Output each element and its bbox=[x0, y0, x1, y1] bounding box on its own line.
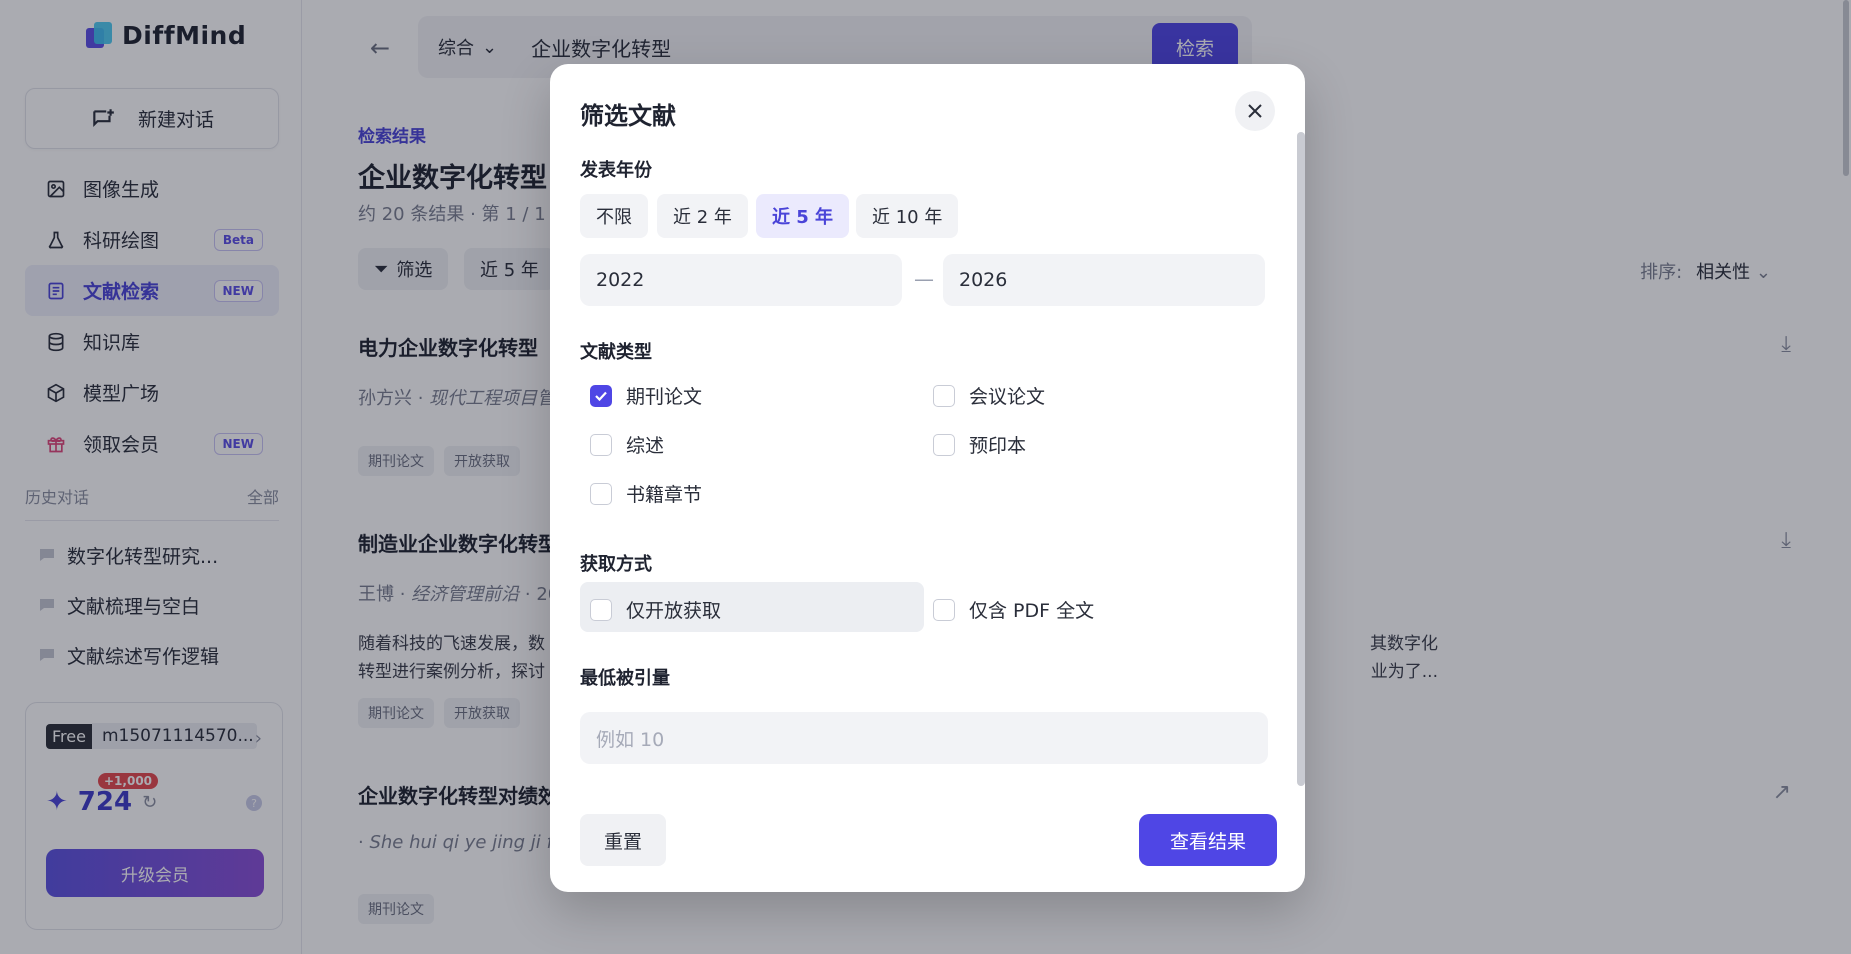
modal-scrollbar[interactable] bbox=[1297, 132, 1305, 786]
access-pdf-checkbox[interactable]: 仅含 PDF 全文 bbox=[933, 596, 1094, 623]
checkbox[interactable] bbox=[590, 598, 612, 621]
modal-title: 筛选文献 bbox=[580, 102, 676, 130]
checkbox[interactable] bbox=[933, 384, 955, 407]
checkbox[interactable] bbox=[590, 433, 612, 456]
year-option-5y[interactable]: 近 5 年 bbox=[756, 194, 850, 238]
checkbox[interactable] bbox=[933, 598, 955, 621]
year-to-field[interactable]: 2026 bbox=[943, 254, 1265, 306]
view-results-button[interactable]: 查看结果 bbox=[1139, 814, 1277, 866]
check-icon bbox=[595, 391, 607, 401]
checkbox-label: 仅含 PDF 全文 bbox=[969, 600, 1095, 622]
year-section-title: 发表年份 bbox=[580, 160, 652, 181]
year-range-separator: — bbox=[914, 267, 934, 291]
access-open-checkbox[interactable]: 仅开放获取 bbox=[590, 596, 721, 623]
access-section-title: 获取方式 bbox=[580, 554, 652, 575]
checkbox-label: 期刊论文 bbox=[626, 386, 703, 408]
citation-section-title: 最低被引量 bbox=[580, 668, 670, 689]
checkbox[interactable] bbox=[590, 482, 612, 505]
checkbox-checked[interactable] bbox=[590, 384, 612, 407]
checkbox-label: 仅开放获取 bbox=[626, 600, 722, 622]
type-journal-checkbox[interactable]: 期刊论文 bbox=[590, 382, 702, 409]
checkbox-label: 书籍章节 bbox=[626, 484, 703, 506]
checkbox-label: 综述 bbox=[626, 435, 665, 457]
type-review-checkbox[interactable]: 综述 bbox=[590, 431, 664, 458]
type-book-chapter-checkbox[interactable]: 书籍章节 bbox=[590, 480, 702, 507]
checkbox-label: 会议论文 bbox=[969, 386, 1046, 408]
checkbox-label: 预印本 bbox=[969, 435, 1027, 457]
checkbox[interactable] bbox=[933, 433, 955, 456]
type-section-title: 文献类型 bbox=[580, 342, 652, 363]
reset-button[interactable]: 重置 bbox=[580, 814, 666, 866]
type-preprint-checkbox[interactable]: 预印本 bbox=[933, 431, 1026, 458]
min-citation-input[interactable]: 例如 10 bbox=[580, 712, 1268, 764]
close-button[interactable] bbox=[1235, 91, 1275, 131]
year-option-10y[interactable]: 近 10 年 bbox=[856, 194, 959, 238]
close-icon bbox=[1248, 104, 1262, 118]
year-option-2y[interactable]: 近 2 年 bbox=[657, 194, 748, 238]
year-option-any[interactable]: 不限 bbox=[580, 194, 648, 238]
year-from-field[interactable]: 2022 bbox=[580, 254, 902, 306]
type-conference-checkbox[interactable]: 会议论文 bbox=[933, 382, 1045, 409]
filter-modal: 筛选文献 发表年份 不限 近 2 年 近 5 年 近 10 年 2022 — 2… bbox=[550, 64, 1305, 892]
